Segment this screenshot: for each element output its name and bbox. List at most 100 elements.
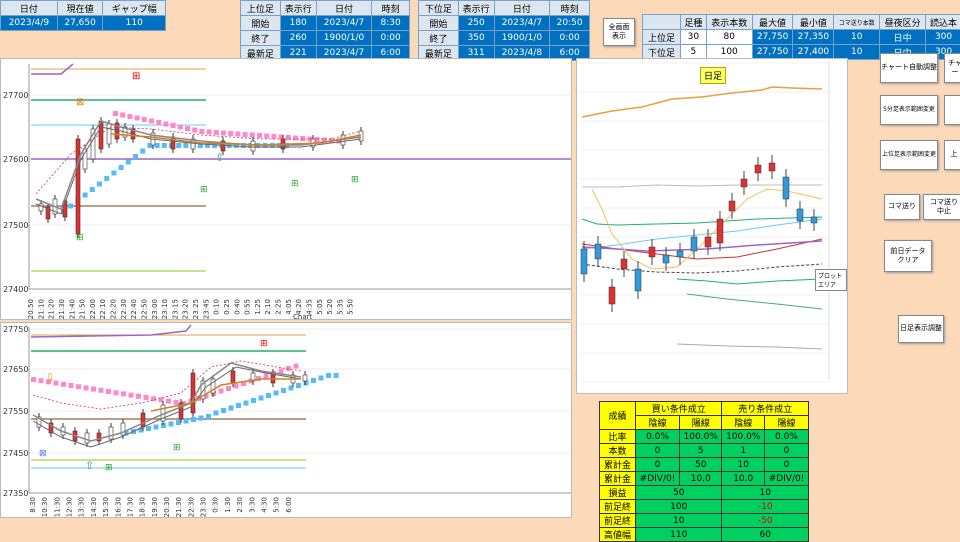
gap-value: 110 [102, 15, 166, 31]
cloud-square [154, 143, 160, 148]
x-tick-label: 0:10 [213, 299, 221, 315]
x-tick-label: 10:30 [41, 497, 49, 517]
cloud-square [271, 134, 277, 139]
x-tick-label: 18:30 [139, 497, 147, 517]
buy-title: 買い条件成立 [634, 401, 723, 416]
x-tick-label: 20:30 [163, 497, 171, 517]
cloud-square [68, 383, 74, 388]
x-tick-label: 3:30 [248, 497, 256, 513]
row-label: 累計金 [599, 457, 636, 472]
candle [594, 243, 602, 260]
cloud-square [163, 121, 169, 127]
x-tick-label: 15:30 [102, 497, 110, 517]
clear-previous-day-button[interactable]: 前日データ クリア [884, 240, 932, 272]
upper-range-button[interactable]: 上位足表示範囲変更 [880, 140, 938, 170]
upper-end-row[interactable]: 260 [279, 30, 317, 46]
upper-start-row[interactable]: 180 [279, 15, 317, 31]
upper-max: 27,750 [751, 29, 794, 45]
up-arrow-icon: ⇧ [215, 151, 225, 164]
cell: 1 [721, 443, 765, 458]
five-min-range-button[interactable]: 5分足表示範囲変更 [880, 95, 938, 125]
x-tick-label: 4:05 [285, 299, 293, 315]
candle [75, 138, 81, 235]
plus-icon: ⊞ [260, 339, 268, 349]
lower-end-row[interactable]: 350 [457, 30, 495, 46]
candle [634, 268, 642, 292]
bar-type-header: 足種 [680, 14, 707, 30]
sell-bull: 陽線 [763, 415, 810, 430]
cloud-square [243, 400, 249, 406]
x-tick-label: 23:00 [151, 299, 159, 319]
lower-chart[interactable]: 27750 27650 27550 27450 27350 8:30 10:30 11:30… [0, 322, 572, 518]
cloud-square [89, 187, 95, 192]
candle [84, 432, 90, 444]
y-tick-label: 27700 [3, 91, 28, 100]
lower-start-row[interactable]: 250 [457, 15, 495, 31]
right-button-2[interactable] [944, 95, 960, 125]
cloud-square [113, 390, 119, 396]
chart-watermark: Chart [293, 313, 312, 321]
current-price-value: 27,650 [56, 15, 104, 31]
upper-chart[interactable]: 27700 27600 27500 27400 20:50 21:10 21:20 21:3… [0, 58, 572, 321]
fullscreen-button[interactable]: 全画面 表示 [603, 18, 635, 46]
upper-start-date: 2023/4/7 [315, 15, 373, 31]
x-tick-label: 0:55 [244, 299, 252, 315]
upper-chart-svg: 27700 27600 27500 27400 20:50 21:10 21:20 21:3… [3, 63, 571, 321]
upper-display-count[interactable]: 80 [705, 29, 753, 45]
cloud-square [156, 120, 162, 125]
empty-header [642, 14, 681, 30]
cloud-square [242, 132, 248, 137]
cloud-square [134, 115, 140, 121]
x-tick-label: 17:30 [126, 497, 134, 517]
upper-bar-type[interactable]: 30 [680, 29, 707, 45]
candle [662, 254, 670, 264]
sell-title: 売り条件成立 [721, 401, 809, 416]
row-label: 累計金 [599, 471, 636, 486]
cloud-square [311, 378, 316, 383]
right-button-3[interactable]: 上 [944, 140, 960, 170]
results-label: 成績 [599, 401, 636, 430]
daily-adjust-button[interactable]: 日足表示調整 [898, 315, 944, 343]
cloud-square [118, 165, 124, 170]
candle [728, 200, 736, 212]
auto-adjust-button[interactable]: チャート自動調整 [880, 53, 938, 83]
load-count-header: 読込本 [925, 14, 960, 30]
upper-session[interactable]: 日中 [879, 29, 927, 45]
x-tick-label: 23:10 [161, 299, 169, 319]
max-header: 最大値 [751, 14, 794, 30]
cloud-square [120, 112, 126, 118]
cloud-square [146, 426, 151, 431]
plus-icon: ⊞ [173, 443, 181, 453]
plus-icon: ⊞ [76, 233, 84, 243]
cell: 0.0% [763, 429, 810, 444]
current-price-header: 現在値 [56, 0, 104, 16]
x-tick-label: 14:30 [90, 497, 98, 517]
y-tick-label: 27550 [3, 407, 28, 416]
upper-bar-header: 上位足 [240, 0, 281, 16]
cloud-square [143, 395, 149, 400]
cloud-square [127, 114, 133, 119]
step-stop-button[interactable]: コマ送り 中止 [923, 194, 960, 220]
upper-load-count[interactable]: 300 [925, 29, 960, 45]
cloud-square [278, 368, 284, 374]
x-tick-label: 2:25 [275, 299, 283, 315]
cell: 60 [721, 527, 809, 542]
step-button[interactable]: コマ送り [884, 194, 920, 220]
chart-right-button[interactable]: チャー [944, 53, 960, 83]
candle [608, 286, 616, 305]
daily-chart[interactable]: 日足 プロット エリア [576, 58, 848, 394]
x-tick-label: 1:30 [224, 497, 232, 513]
cloud-square [97, 181, 102, 187]
buy-bear: 陰線 [635, 415, 680, 430]
cell: 5 [678, 443, 723, 458]
cell: 110 [634, 527, 723, 542]
candle [250, 140, 256, 152]
y-tick-label: 27750 [3, 325, 28, 334]
candle [768, 162, 776, 172]
row-label: 比率 [599, 429, 636, 444]
cloud-square [168, 421, 174, 427]
upper-step-count[interactable]: 10 [833, 29, 881, 45]
cloud-square [111, 170, 117, 176]
candle [108, 426, 114, 440]
up-arrow-icon: ⇧ [85, 459, 95, 472]
